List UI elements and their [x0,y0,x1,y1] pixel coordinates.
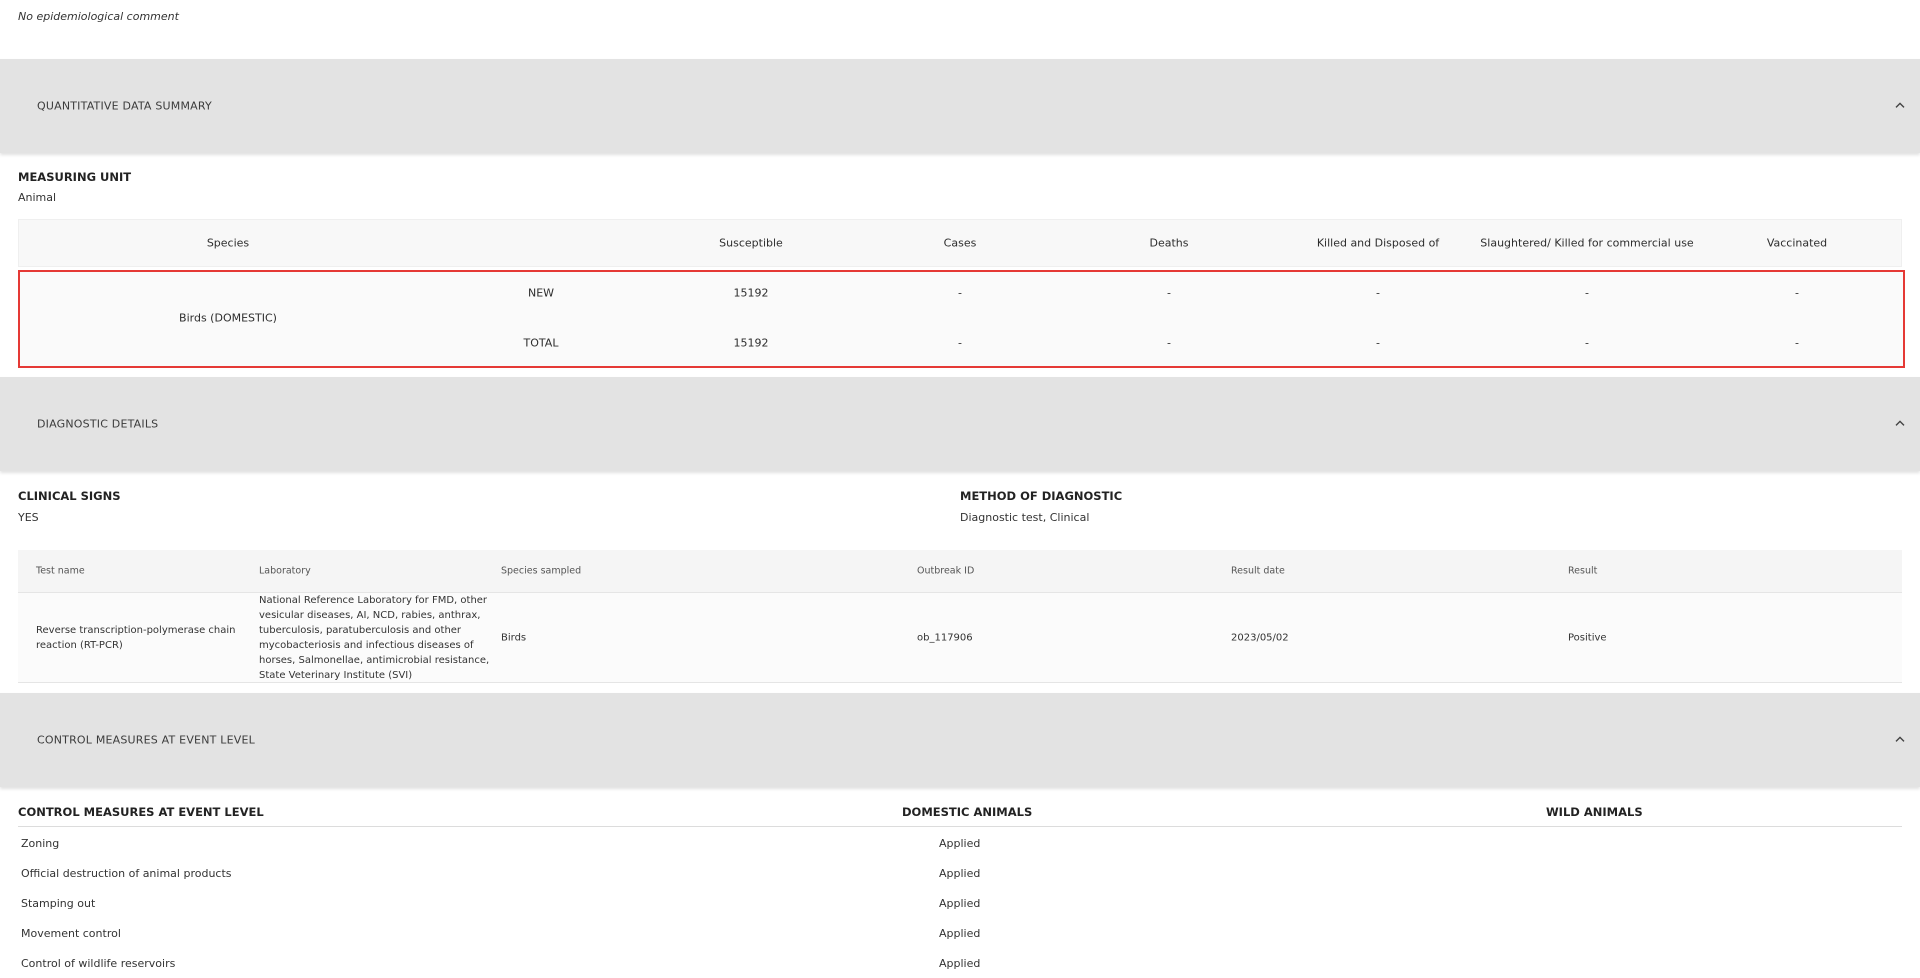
wild-animals-column-header: WILD ANIMALS [1546,805,1643,819]
column-header: Killed and Disposed of [1316,236,1440,250]
control-measure-name: Movement control [21,927,121,940]
measuring-unit-value: Animal [18,191,57,204]
table-cell: - [1376,286,1380,300]
column-header: Outbreak ID [917,565,975,577]
result-cell: Positive [1568,632,1607,643]
control-measure-domestic: Applied [939,837,981,850]
table-cell: - [958,286,962,300]
column-header: Laboratory [259,565,311,577]
test-name-cell: Reverse transcription-polymerase chain r… [36,624,236,651]
domestic-animals-column-header: DOMESTIC ANIMALS [902,805,1033,819]
chevron-up-icon[interactable] [1894,417,1906,429]
row-type-new: NEW [527,286,555,300]
table-cell: - [1795,286,1799,300]
column-header: Deaths [1149,236,1189,250]
measuring-unit-label: MEASURING UNIT [18,170,132,184]
section-header-quantitative[interactable]: QUANTITATIVE DATA SUMMARY [0,59,1920,153]
column-header: Test name [36,565,85,577]
table-cell: 15192 [733,286,769,300]
clinical-signs-label: CLINICAL SIGNS [18,489,121,503]
table-cell: - [1167,336,1171,350]
diagnostic-table-header: Test name Laboratory Species sampled Out… [18,550,1902,592]
section-header-diagnostic[interactable]: DIAGNOSTIC DETAILS [0,377,1920,471]
section-title: QUANTITATIVE DATA SUMMARY [37,99,212,113]
table-cell: - [1795,336,1799,350]
column-header: Species [206,236,250,250]
control-measure-domestic: Applied [939,957,981,970]
control-measures-column-header: CONTROL MEASURES AT EVENT LEVEL [18,805,264,819]
column-header: Slaughtered/ Killed for commercial use [1480,236,1694,250]
table-cell: - [1167,286,1171,300]
table-cell: - [1585,336,1589,350]
epidemiological-comment: No epidemiological comment [18,10,179,23]
column-header: Result date [1231,565,1285,577]
control-measure-domestic: Applied [939,927,981,940]
table-cell: - [958,336,962,350]
column-header: Vaccinated [1766,236,1828,250]
method-diagnostic-label: METHOD OF DIAGNOSTIC [960,489,1123,503]
column-header: Cases [943,236,977,250]
row-type-total: TOTAL [523,336,559,350]
control-measure-domestic: Applied [939,897,981,910]
control-measure-name: Zoning [21,837,60,850]
table-row: Reverse transcription-polymerase chain r… [18,592,1902,683]
control-measure-name: Official destruction of animal products [21,867,232,880]
method-diagnostic-value: Diagnostic test, Clinical [960,511,1090,524]
quantitative-table-row-highlighted: Birds (DOMESTIC) NEW 15192 - - - - - TOT… [18,270,1905,368]
result-date-cell: 2023/05/02 [1231,632,1289,643]
laboratory-cell: National Reference Laboratory for FMD, o… [259,594,490,681]
species-sampled-cell: Birds [501,632,527,643]
control-measure-name: Stamping out [21,897,96,910]
column-header: Result [1568,565,1598,577]
chevron-up-icon[interactable] [1894,99,1906,111]
quantitative-table-header: Species Susceptible Cases Deaths Killed … [18,219,1902,267]
section-header-control-measures[interactable]: CONTROL MEASURES AT EVENT LEVEL [0,693,1920,787]
control-measure-name: Control of wildlife reservoirs [21,957,176,970]
column-header: Species sampled [501,565,582,577]
section-title: DIAGNOSTIC DETAILS [37,417,159,431]
species-cell: Birds (DOMESTIC) [179,311,277,325]
section-title: CONTROL MEASURES AT EVENT LEVEL [37,733,255,747]
control-measure-domestic: Applied [939,867,981,880]
chevron-up-icon[interactable] [1894,733,1906,745]
table-cell: - [1585,286,1589,300]
table-cell: - [1376,336,1380,350]
clinical-signs-value: YES [18,511,39,524]
divider [18,826,1902,827]
column-header: Susceptible [719,236,783,250]
table-cell: 15192 [733,336,769,350]
outbreak-id-cell: ob_117906 [917,632,973,643]
